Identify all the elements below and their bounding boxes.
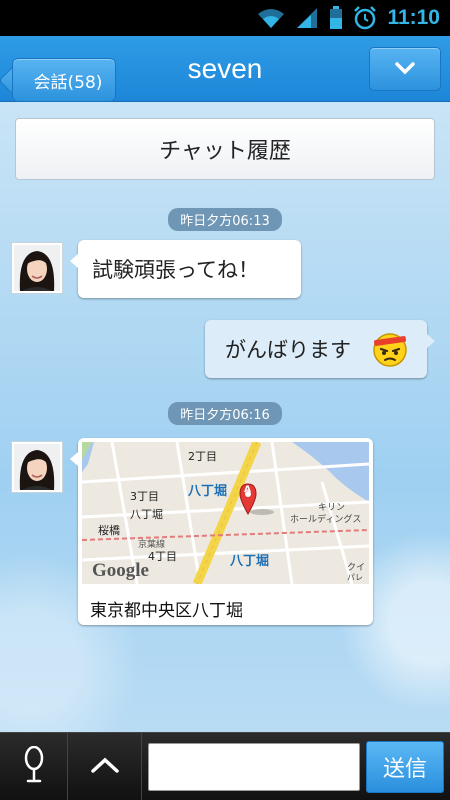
mic-button[interactable] <box>0 733 68 800</box>
timestamp-label: 昨日夕方06:16 <box>168 402 282 425</box>
map-message-bubble[interactable]: 2丁目 八丁堀 3丁目 八丁堀 桜橋 京葉線 4丁目 八丁堀 キリン ホールディ… <box>70 438 373 625</box>
chat-history-label: チャット履歴 <box>159 139 291 164</box>
timestamp-label: 昨日夕方06:13 <box>168 208 282 231</box>
back-button-label: 会話(58) <box>33 72 103 93</box>
chat-area[interactable]: チャット履歴 昨日夕方06:13 試験頑張ってね！ がんばります 昨日夕方06:… <box>0 102 450 732</box>
signal-icon <box>295 7 319 29</box>
avatar[interactable] <box>11 441 63 493</box>
map-label: 八丁堀 <box>130 508 163 521</box>
back-button[interactable]: 会話(58) <box>12 58 116 102</box>
avatar-image <box>14 444 60 490</box>
timestamp: 昨日夕方06:16 <box>0 402 450 425</box>
battery-icon <box>329 6 343 30</box>
message-bubble-outgoing[interactable]: がんばります <box>205 320 435 378</box>
timestamp: 昨日夕方06:13 <box>0 208 450 231</box>
status-time: 11:10 <box>387 6 440 29</box>
expand-button[interactable] <box>69 733 142 800</box>
message-input[interactable] <box>148 743 360 791</box>
microphone-icon <box>22 745 46 788</box>
map-address-caption: 東京都中央区八丁堀 <box>90 601 243 621</box>
wifi-icon <box>257 7 285 29</box>
determined-face-emoji-icon <box>371 330 409 372</box>
compose-bar: 送信 <box>0 732 450 800</box>
message-text: がんばります <box>225 338 351 362</box>
map-pin-label: A <box>244 485 251 495</box>
send-button-label: 送信 <box>382 757 427 782</box>
chevron-down-icon <box>394 60 416 79</box>
chevron-up-icon <box>90 756 120 778</box>
message-text: 試験頑張ってね！ <box>92 258 259 282</box>
avatar-image <box>14 245 60 291</box>
send-button[interactable]: 送信 <box>366 741 444 793</box>
alarm-icon <box>353 6 377 30</box>
status-bar: 11:10 <box>0 0 450 36</box>
google-logo: Google <box>92 560 149 581</box>
menu-button[interactable] <box>369 47 441 91</box>
page-title: seven <box>187 53 263 84</box>
map-label: パレ <box>347 573 363 582</box>
map-label: 八丁堀 <box>188 484 228 499</box>
map-label: 3丁目 <box>130 490 159 503</box>
back-button-wrap: 会話(58) <box>6 47 116 102</box>
chat-history-button[interactable]: チャット履歴 <box>15 118 435 180</box>
map-thumbnail[interactable]: 2丁目 八丁堀 3丁目 八丁堀 桜橋 京葉線 4丁目 八丁堀 キリン ホールディ… <box>82 442 369 584</box>
map-label: 4丁目 <box>148 550 177 563</box>
avatar[interactable] <box>11 242 63 294</box>
map-label: 2丁目 <box>188 450 217 463</box>
header-bar: 会話(58) seven <box>0 36 450 102</box>
map-label: 桜橋 <box>98 524 120 537</box>
message-bubble-incoming[interactable]: 試験頑張ってね！ <box>70 240 301 298</box>
map-label: 八丁堀 <box>230 554 270 569</box>
map-label: ホールディングス <box>290 515 362 525</box>
